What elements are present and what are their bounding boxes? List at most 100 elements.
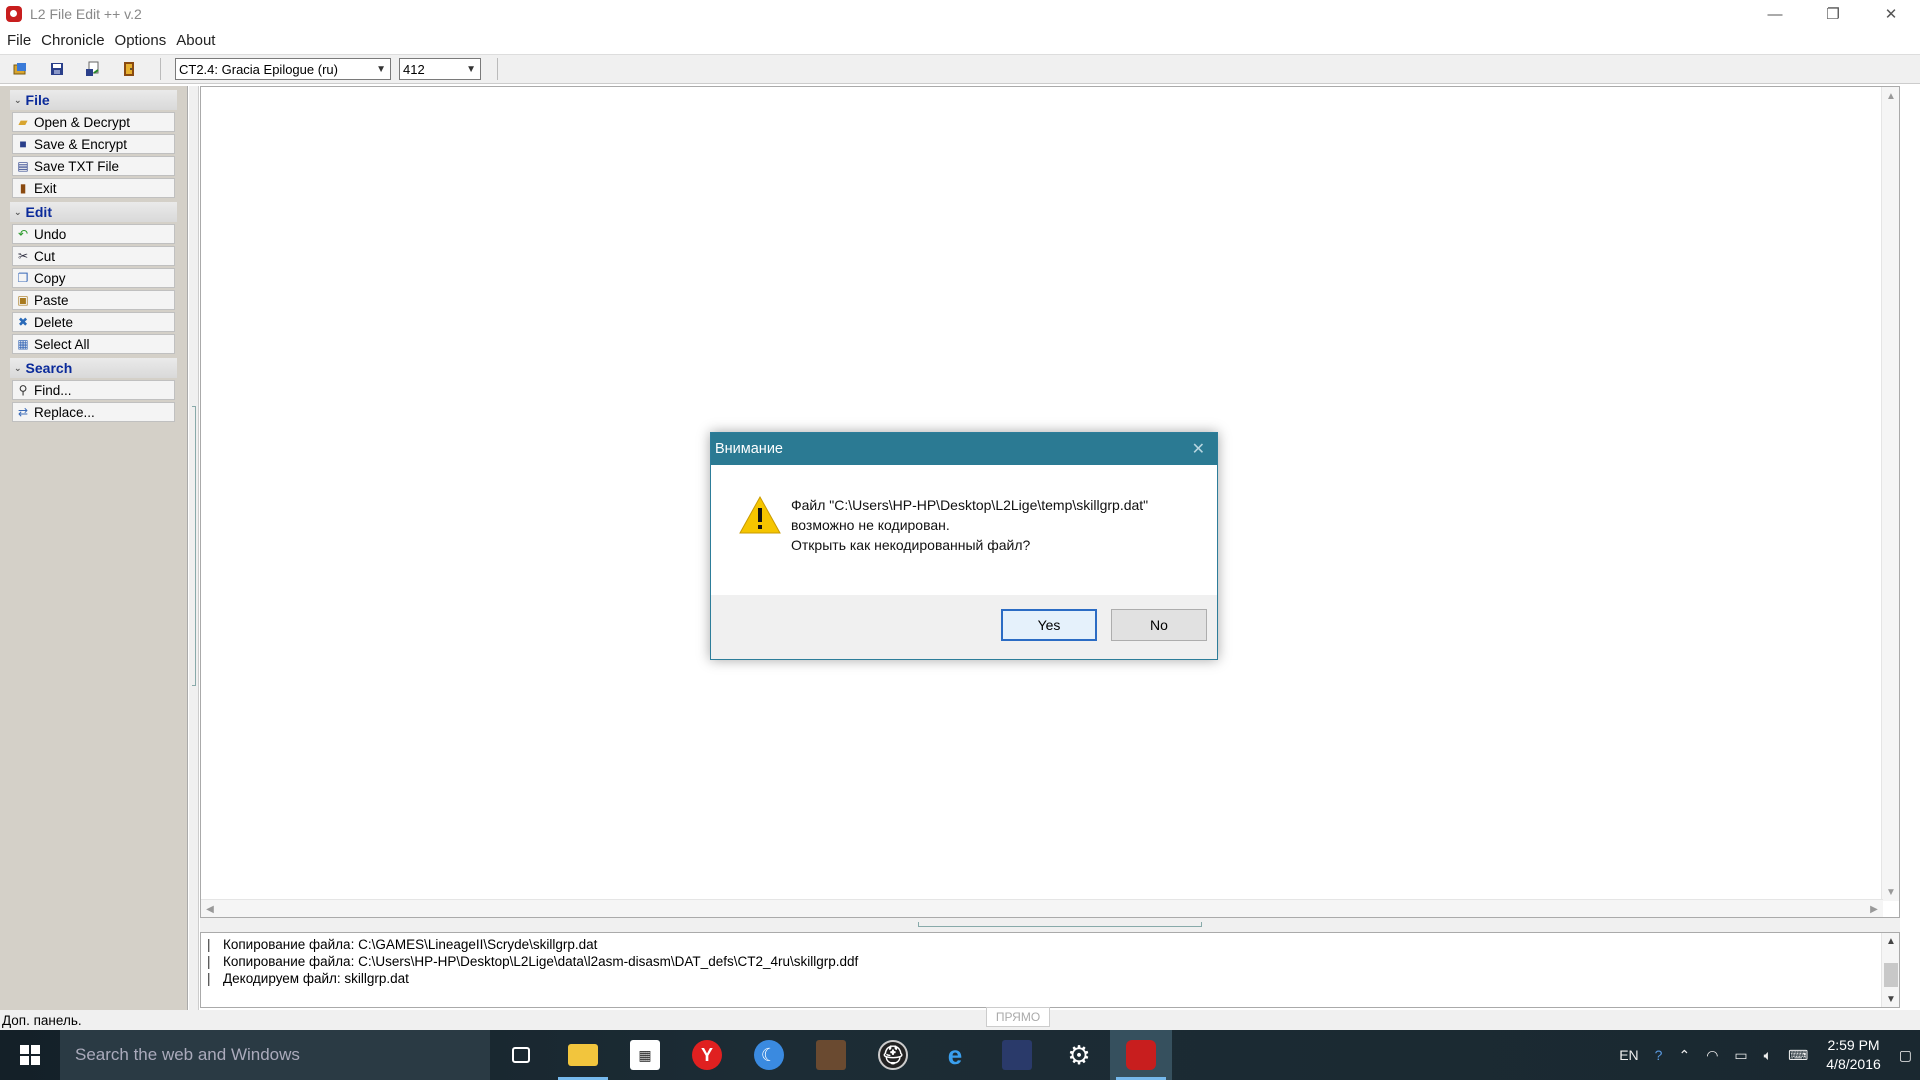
section-search-header[interactable]: ⌄ Search xyxy=(10,358,177,378)
panel-replace[interactable]: ⇄ Replace... xyxy=(12,402,175,422)
menu-bar: File Chronicle Options About xyxy=(0,28,1920,53)
menu-options[interactable]: Options xyxy=(110,32,172,49)
wifi-icon[interactable]: ◠ xyxy=(1706,1047,1718,1064)
start-button[interactable] xyxy=(0,1030,60,1080)
vertical-splitter[interactable] xyxy=(189,86,199,1010)
panel-find[interactable]: ⚲ Find... xyxy=(12,380,175,400)
lineage-icon xyxy=(1002,1040,1032,1070)
calculator-icon: ▦ xyxy=(630,1040,660,1070)
save-txt-button[interactable] xyxy=(80,57,106,81)
panel-exit[interactable]: ▮ Exit xyxy=(12,178,175,198)
open-folder-icon: ▰ xyxy=(18,115,28,129)
version-select-value: 412 xyxy=(403,61,425,77)
panel-item-label: Select All xyxy=(34,336,90,352)
taskbar-game[interactable] xyxy=(800,1030,862,1080)
section-file-header[interactable]: ⌄ File xyxy=(10,90,177,110)
scroll-up-icon[interactable]: ▲ xyxy=(1882,87,1900,105)
help-icon[interactable]: ? xyxy=(1655,1047,1663,1063)
panel-copy[interactable]: ❐ Copy xyxy=(12,268,175,288)
status-bar: Доп. панель. xyxy=(0,1010,1920,1030)
warning-icon xyxy=(739,495,781,534)
keyboard-icon[interactable]: ⌨ xyxy=(1788,1047,1808,1064)
chevron-down-icon: ▼ xyxy=(466,63,476,75)
volume-icon[interactable]: 🔈︎ xyxy=(1764,1047,1772,1064)
panel-item-label: Exit xyxy=(34,180,57,196)
menu-about[interactable]: About xyxy=(171,32,220,49)
panel-select-all[interactable]: ▦ Select All xyxy=(12,334,175,354)
panel-cut[interactable]: ✂ Cut xyxy=(12,246,175,266)
taskbar-calculator[interactable]: ▦ xyxy=(614,1030,676,1080)
section-title: Search xyxy=(25,360,73,376)
scroll-right-icon[interactable]: ▶ xyxy=(1865,900,1883,918)
notifications-icon[interactable]: ▢ xyxy=(1899,1047,1912,1064)
windows-logo-icon xyxy=(20,1045,40,1065)
version-select[interactable]: 412 ▼ xyxy=(399,58,481,80)
taskbar-settings[interactable]: ⚙ xyxy=(1048,1030,1110,1080)
panel-undo[interactable]: ↶ Undo xyxy=(12,224,175,244)
yes-button[interactable]: Yes xyxy=(1001,609,1097,641)
dialog-message: Файл "C:\Users\HP-HP\Desktop\L2Lige\temp… xyxy=(791,495,1148,595)
scroll-up-icon[interactable]: ▲ xyxy=(1882,933,1900,949)
log-text: Декодируем файл: skillgrp.dat xyxy=(223,971,409,986)
panel-save-txt[interactable]: ▤ Save TXT File xyxy=(12,156,175,176)
splitter-grip[interactable] xyxy=(192,406,196,686)
minimize-button[interactable]: — xyxy=(1746,0,1804,28)
language-indicator[interactable]: EN xyxy=(1619,1047,1638,1063)
close-button[interactable]: ✕ xyxy=(1862,0,1920,28)
exit-icon xyxy=(124,62,134,76)
scissors-icon: ✂ xyxy=(17,249,29,263)
chronicle-select-value: CT2.4: Gracia Epilogue (ru) xyxy=(179,61,338,77)
open-decrypt-button[interactable] xyxy=(8,57,34,81)
dialog-footer: Yes No xyxy=(711,595,1217,659)
no-button[interactable]: No xyxy=(1111,609,1207,641)
horizontal-splitter[interactable] xyxy=(200,918,1900,932)
save-encrypt-button[interactable] xyxy=(44,57,70,81)
scroll-down-icon[interactable]: ▼ xyxy=(1882,883,1900,901)
paste-icon: ▣ xyxy=(17,293,29,307)
log-text: Копирование файла: C:\Users\HP-HP\Deskto… xyxy=(223,954,859,969)
taskbar-internet-explorer[interactable]: e xyxy=(924,1030,986,1080)
battery-icon[interactable]: ▭ xyxy=(1734,1047,1747,1064)
log-scrollbar[interactable]: ▲ ▼ xyxy=(1881,933,1899,1007)
panel-delete[interactable]: ✖ Delete xyxy=(12,312,175,332)
dialog-close-icon[interactable]: ✕ xyxy=(1192,439,1205,459)
taskbar-l2fileedit[interactable] xyxy=(1110,1030,1172,1080)
show-hidden-icons-icon[interactable]: ⌃ xyxy=(1678,1047,1690,1064)
taskbar-yandex[interactable]: Y xyxy=(676,1030,738,1080)
clock[interactable]: 2:59 PM 4/8/2016 xyxy=(1826,1036,1881,1074)
task-view-button[interactable] xyxy=(490,1030,552,1080)
dialog-message-line: Файл "C:\Users\HP-HP\Desktop\L2Lige\temp… xyxy=(791,497,1149,513)
app-icon xyxy=(6,6,22,22)
panel-open-decrypt[interactable]: ▰ Open & Decrypt xyxy=(12,112,175,132)
collapse-icon: ⌄ xyxy=(14,94,22,105)
editor-vertical-scrollbar[interactable]: ▲ ▼ xyxy=(1881,87,1899,901)
exit-button[interactable] xyxy=(116,57,142,81)
section-edit-header[interactable]: ⌄ Edit xyxy=(10,202,177,222)
panel-paste[interactable]: ▣ Paste xyxy=(12,290,175,310)
collapse-icon: ⌄ xyxy=(14,206,22,217)
taskbar-lineage[interactable] xyxy=(986,1030,1048,1080)
replace-icon: ⇄ xyxy=(17,405,29,419)
status-text: Доп. панель. xyxy=(2,1012,82,1028)
taskbar-app-moon[interactable]: ☾ xyxy=(738,1030,800,1080)
chronicle-select[interactable]: CT2.4: Gracia Epilogue (ru) ▼ xyxy=(175,58,391,80)
gear-icon: ⚙ xyxy=(1067,1039,1091,1070)
log-panel: | Копирование файла: C:\GAMES\LineageII\S… xyxy=(200,932,1900,1008)
maximize-button[interactable]: ❐ xyxy=(1804,0,1862,28)
taskbar-app-helmet[interactable]: ⛑ xyxy=(862,1030,924,1080)
editor-horizontal-scrollbar[interactable]: ◀ ▶ xyxy=(201,899,1883,917)
scroll-down-icon[interactable]: ▼ xyxy=(1882,991,1900,1007)
copy-icon: ❐ xyxy=(17,271,29,285)
scroll-thumb[interactable] xyxy=(1884,963,1898,987)
dialog-body: Файл "C:\Users\HP-HP\Desktop\L2Lige\temp… xyxy=(711,465,1217,595)
log-line: | Декодируем файл: skillgrp.dat xyxy=(207,971,409,986)
menu-chronicle[interactable]: Chronicle xyxy=(36,32,109,49)
menu-file[interactable]: File xyxy=(2,32,36,49)
panel-save-encrypt[interactable]: ■ Save & Encrypt xyxy=(12,134,175,154)
splitter-grip[interactable] xyxy=(918,922,1202,927)
taskbar-search[interactable]: Search the web and Windows xyxy=(60,1030,490,1080)
floppy-icon: ■ xyxy=(19,137,27,151)
save-txt-icon: ▤ xyxy=(17,159,29,173)
scroll-left-icon[interactable]: ◀ xyxy=(201,900,219,918)
taskbar-file-explorer[interactable] xyxy=(552,1030,614,1080)
